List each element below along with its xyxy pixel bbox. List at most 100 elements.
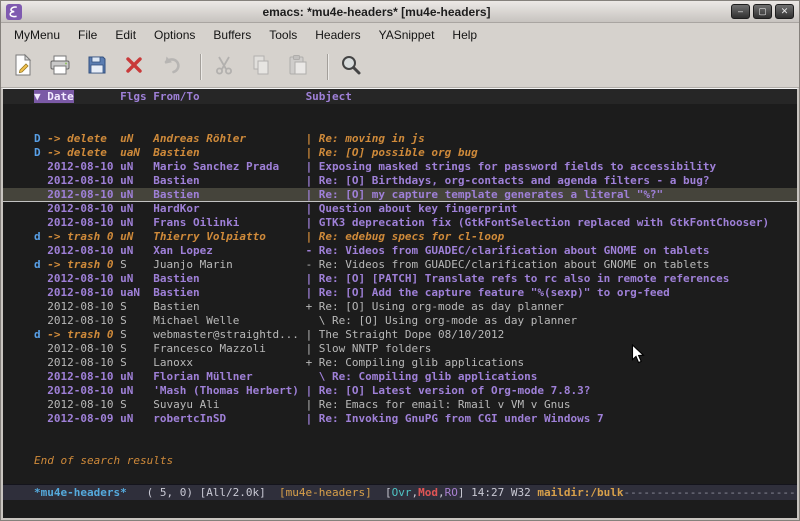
message-row[interactable]: d -> trash 0 S Juanjo Marin - Re: Videos… bbox=[3, 258, 797, 272]
message-row[interactable]: 2012-08-10 uN 'Mash (Thomas Herbert) | R… bbox=[3, 384, 797, 398]
message-row[interactable]: d -> trash 0 uN Thierry Volpiatto | Re: … bbox=[3, 230, 797, 244]
row-mark bbox=[34, 300, 47, 313]
row-mark bbox=[34, 370, 47, 383]
menu-item-mymenu[interactable]: MyMenu bbox=[5, 25, 69, 45]
modeline-clock-week: 14:27 W32 bbox=[471, 486, 537, 499]
message-row[interactable]: 2012-08-10 uN Florian Müllner \ Re: Comp… bbox=[3, 370, 797, 384]
toolbar bbox=[1, 46, 799, 88]
row-subject: | Question about key fingerprint bbox=[306, 202, 518, 215]
row-date: 2012-08-10 bbox=[47, 188, 120, 201]
modeline-status-mod: Mod bbox=[418, 486, 438, 499]
menu-item-buffers[interactable]: Buffers bbox=[204, 25, 260, 45]
message-row[interactable]: d -> trash 0 S webmaster@straightd... | … bbox=[3, 328, 797, 342]
undo-button bbox=[159, 53, 187, 81]
message-row[interactable]: 2012-08-10 uN Bastien | Re: [O] [PATCH] … bbox=[3, 272, 797, 286]
row-flags: S bbox=[120, 398, 153, 411]
row-flags: uN bbox=[120, 202, 153, 215]
emacs-window: emacs: *mu4e-headers* [mu4e-headers] –▢✕… bbox=[0, 0, 800, 521]
row-from: Lanoxx bbox=[153, 356, 305, 369]
message-row[interactable]: 2012-08-10 uN Bastien | Re: [O] my captu… bbox=[3, 188, 797, 202]
search-button[interactable] bbox=[339, 53, 367, 81]
message-row[interactable]: 2012-08-10 S Lanoxx + Re: Compiling glib… bbox=[3, 356, 797, 370]
row-flags: S bbox=[120, 314, 153, 327]
column-from-to[interactable]: From/To bbox=[153, 90, 199, 103]
row-flags: uN bbox=[120, 412, 153, 425]
column-subject[interactable]: Subject bbox=[306, 90, 352, 103]
new-file-button[interactable] bbox=[11, 53, 39, 81]
modeline-buffer-name[interactable]: *mu4e-headers* bbox=[34, 486, 127, 499]
message-row[interactable]: D -> delete uN Andreas Röhler | Re: movi… bbox=[3, 132, 797, 146]
message-row[interactable]: 2012-08-10 uN Bastien | Re: [O] Birthday… bbox=[3, 174, 797, 188]
message-row[interactable]: 2012-08-10 uN Mario Sanchez Prada | Expo… bbox=[3, 160, 797, 174]
minimize-button[interactable]: – bbox=[731, 4, 750, 19]
titlebar[interactable]: emacs: *mu4e-headers* [mu4e-headers] –▢✕ bbox=[1, 1, 799, 23]
column-flags[interactable]: Flgs bbox=[120, 90, 147, 103]
close-button[interactable]: ✕ bbox=[775, 4, 794, 19]
modeline-status-ro: RO bbox=[445, 486, 458, 499]
row-flags: S bbox=[120, 356, 153, 369]
close-buffer-button[interactable] bbox=[122, 53, 150, 81]
row-from: Michael Welle bbox=[153, 314, 305, 327]
row-date: 2012-08-10 bbox=[47, 356, 120, 369]
row-subject: | GTK3 deprecation fix (GtkFontSelection… bbox=[306, 216, 770, 229]
row-from: Thierry Volpiatto bbox=[153, 230, 305, 243]
row-mark bbox=[34, 286, 47, 299]
menu-item-yasnippet[interactable]: YASnippet bbox=[370, 25, 444, 45]
menu-item-edit[interactable]: Edit bbox=[106, 25, 145, 45]
row-from: Mario Sanchez Prada bbox=[153, 160, 305, 173]
row-date: -> trash 0 bbox=[47, 258, 120, 271]
menu-item-file[interactable]: File bbox=[69, 25, 106, 45]
row-mark bbox=[34, 314, 47, 327]
headers-buffer[interactable]: D -> delete uN Andreas Röhler | Re: movi… bbox=[3, 104, 797, 484]
message-row[interactable]: 2012-08-10 uN HardKor | Question about k… bbox=[3, 202, 797, 216]
row-flags: S bbox=[120, 342, 153, 355]
menu-item-tools[interactable]: Tools bbox=[260, 25, 306, 45]
row-subject: | Re: [O] possible org bug bbox=[306, 146, 478, 159]
row-subject: | Re: Emacs for email: Rmail v VM v Gnus bbox=[306, 398, 571, 411]
row-date: 2012-08-10 bbox=[47, 160, 120, 173]
menu-item-help[interactable]: Help bbox=[443, 25, 486, 45]
emacs-app-icon bbox=[6, 4, 22, 20]
message-row[interactable]: 2012-08-10 S Michael Welle \ Re: [O] Usi… bbox=[3, 314, 797, 328]
menu-item-headers[interactable]: Headers bbox=[306, 25, 369, 45]
modeline-dashes: ----------------------------------------… bbox=[623, 486, 797, 499]
row-flags: S bbox=[120, 328, 153, 341]
message-row[interactable]: 2012-08-10 S Bastien + Re: [O] Using org… bbox=[3, 300, 797, 314]
row-mark bbox=[34, 412, 47, 425]
print-button[interactable] bbox=[48, 53, 76, 81]
menubar: MyMenuFileEditOptionsBuffersToolsHeaders… bbox=[1, 23, 799, 46]
maximize-button[interactable]: ▢ bbox=[753, 4, 772, 19]
row-from: Juanjo Marin bbox=[153, 258, 305, 271]
row-flags: S bbox=[120, 258, 153, 271]
window-title: emacs: *mu4e-headers* [mu4e-headers] bbox=[22, 5, 731, 19]
message-row[interactable]: 2012-08-10 uaN Bastien | Re: [O] Add the… bbox=[3, 286, 797, 300]
message-row[interactable]: 2012-08-10 uN Xan Lopez - Re: Videos fro… bbox=[3, 244, 797, 258]
row-mark bbox=[34, 272, 47, 285]
row-subject: | Re: [O] my capture template generates … bbox=[306, 188, 664, 201]
cut-button bbox=[212, 53, 240, 81]
save-button[interactable] bbox=[85, 53, 113, 81]
paste-icon bbox=[286, 53, 310, 81]
row-mark bbox=[34, 216, 47, 229]
row-date: 2012-08-09 bbox=[47, 412, 120, 425]
modeline-mode-name[interactable]: [mu4e-headers] bbox=[279, 486, 372, 499]
message-row[interactable]: 2012-08-09 uN robertcInSD | Re: Invoking… bbox=[3, 412, 797, 426]
row-from: Frans Oilinki bbox=[153, 216, 305, 229]
row-mark bbox=[34, 188, 47, 201]
row-subject: \ Re: Compiling glib applications bbox=[306, 370, 538, 383]
row-date: 2012-08-10 bbox=[47, 342, 120, 355]
message-row[interactable]: 2012-08-10 S Francesco Mazzoli | Slow NN… bbox=[3, 342, 797, 356]
row-mark bbox=[34, 160, 47, 173]
undo-icon bbox=[159, 53, 183, 81]
message-row[interactable]: D -> delete uaN Bastien | Re: [O] possib… bbox=[3, 146, 797, 160]
message-row[interactable]: 2012-08-10 S Suvayu Ali | Re: Emacs for … bbox=[3, 398, 797, 412]
row-mark bbox=[34, 202, 47, 215]
row-subject: | Re: [O] [PATCH] Translate refs to rc a… bbox=[306, 272, 730, 285]
menu-item-options[interactable]: Options bbox=[145, 25, 204, 45]
row-from: Bastien bbox=[153, 272, 305, 285]
row-flags: uN bbox=[120, 188, 153, 201]
message-row[interactable]: 2012-08-10 uN Frans Oilinki | GTK3 depre… bbox=[3, 216, 797, 230]
row-from: Bastien bbox=[153, 188, 305, 201]
sort-column-date[interactable]: ▼ Date bbox=[34, 90, 74, 103]
header-line: ▼ Date Flgs From/To Subject bbox=[3, 89, 797, 104]
